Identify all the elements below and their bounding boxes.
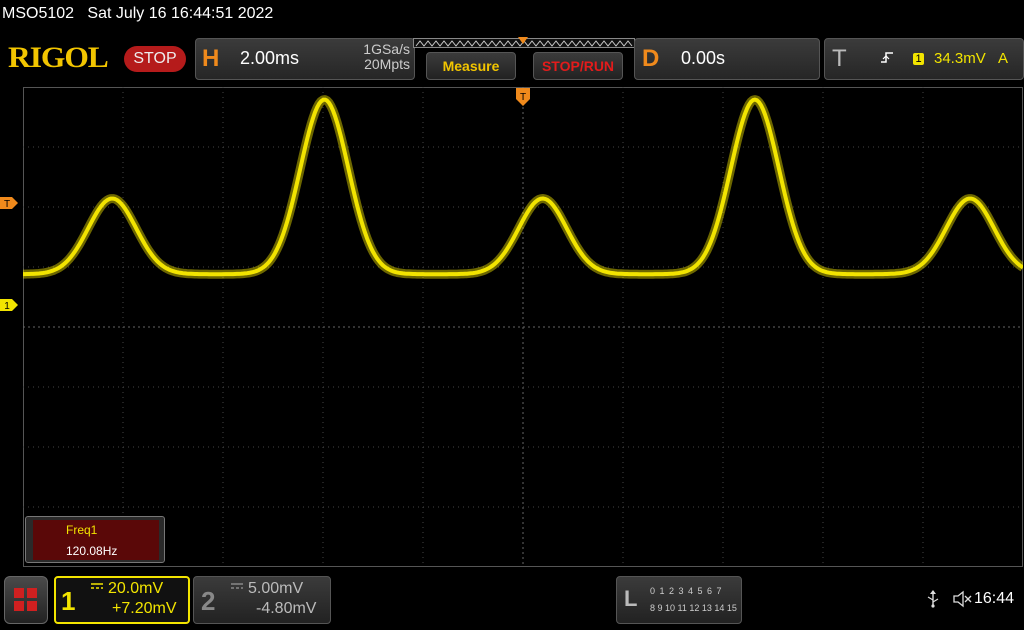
- logic-channels-row-1: 0 1 2 3 4 5 6 7: [650, 586, 723, 596]
- waveform-display[interactable]: [23, 87, 1023, 567]
- rising-edge-icon: [881, 52, 893, 63]
- stop-run-button[interactable]: STOP/RUN: [533, 52, 623, 80]
- trigger-level-marker-text: T: [4, 199, 10, 209]
- trigger-level-value: 34.3mV: [934, 50, 986, 67]
- memory-depth: 20Mpts: [364, 56, 410, 72]
- delay-value: 0.00s: [681, 48, 726, 68]
- trigger-position-marker-icon[interactable]: T: [516, 88, 530, 108]
- dc-coupling-icon: [231, 583, 243, 589]
- delay-panel[interactable]: [634, 38, 820, 80]
- ch1-marker-text: 1: [4, 301, 10, 311]
- channel-2-number: 2: [201, 586, 216, 616]
- delay-label: D: [642, 45, 660, 72]
- clock: 16:44: [974, 590, 1015, 607]
- timebase-value: 2.00ms: [240, 48, 300, 68]
- mute-icon[interactable]: [952, 590, 972, 608]
- logic-analyzer-label: L: [624, 586, 638, 611]
- ch1-ground-marker-icon[interactable]: 1: [0, 299, 18, 311]
- trigger-marker-text: T: [520, 92, 526, 103]
- run-state-badge[interactable]: STOP: [124, 46, 186, 72]
- trigger-coupling: A: [998, 50, 1009, 67]
- acquisition-info: 1GSa/s 20Mpts: [330, 42, 410, 72]
- dc-coupling-icon: [91, 583, 103, 589]
- usb-icon: [927, 590, 939, 608]
- trigger-source-badge: 1: [913, 53, 924, 65]
- sample-rate: 1GSa/s: [363, 41, 410, 57]
- trigger-label: T: [832, 45, 847, 72]
- measure-button[interactable]: Measure: [426, 52, 516, 80]
- trigger-level-marker-icon[interactable]: T: [0, 197, 18, 209]
- channel-2-scale: 5.00mV: [248, 580, 304, 597]
- trigger-panel[interactable]: [824, 38, 1024, 80]
- channel-2-offset: -4.80mV: [256, 600, 317, 617]
- graticule: [23, 87, 1023, 567]
- status-bar-title: MSO5102 Sat July 16 16:44:51 2022: [2, 5, 273, 23]
- measurement-name: Freq1: [66, 523, 98, 537]
- channel-1-offset: +7.20mV: [112, 600, 177, 617]
- measurement-value: 120.08Hz: [66, 544, 118, 558]
- horizontal-label: H: [202, 45, 220, 72]
- model-name: MSO5102: [2, 5, 75, 22]
- logic-channels-row-2: 8 9 10 11 12 13 14 15: [650, 603, 737, 613]
- datetime: Sat July 16 16:44:51 2022: [87, 5, 274, 22]
- brand-logo: RIGOL: [8, 41, 109, 74]
- channel-1-scale: 20.0mV: [108, 580, 164, 597]
- trigger-position-pointer-icon: [518, 37, 528, 44]
- menu-grid-icon: [14, 588, 37, 611]
- channel-1-number: 1: [61, 586, 76, 616]
